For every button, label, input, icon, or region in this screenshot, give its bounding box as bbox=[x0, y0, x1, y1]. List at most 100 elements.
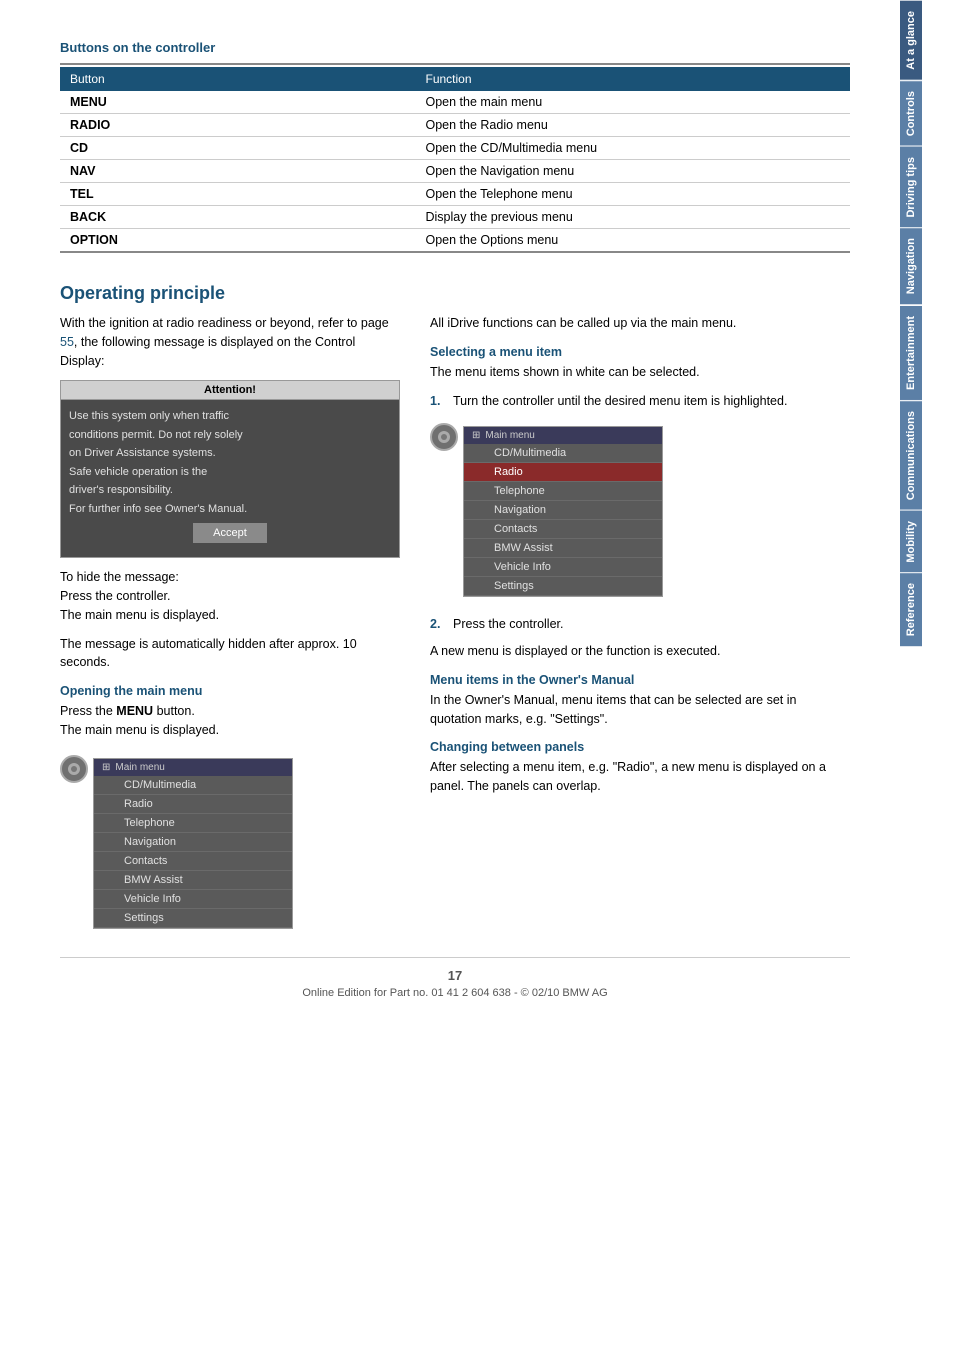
buttons-section-title: Buttons on the controller bbox=[60, 40, 850, 55]
left-menu-screenshot-container: ⊞Main menu CD/MultimediaRadioTelephoneNa… bbox=[60, 750, 400, 937]
left-menu-list: CD/MultimediaRadioTelephoneNavigationCon… bbox=[94, 776, 292, 928]
menu-item: Telephone bbox=[94, 814, 292, 833]
attention-line: on Driver Assistance systems. bbox=[69, 445, 391, 462]
controller-icon-left bbox=[60, 755, 88, 783]
button-function-cell: Open the Radio menu bbox=[416, 114, 851, 137]
buttons-section: Buttons on the controller Button Functio… bbox=[60, 40, 850, 253]
hide-message-text: To hide the message:Press the controller… bbox=[60, 568, 400, 624]
left-column: With the ignition at radio readiness or … bbox=[60, 314, 400, 937]
step-2: 2. Press the controller. bbox=[430, 615, 850, 634]
owners-manual-title: Menu items in the Owner's Manual bbox=[430, 673, 850, 687]
menu-item: CD/Multimedia bbox=[464, 444, 662, 463]
menu-item: Radio bbox=[464, 463, 662, 482]
operating-title: Operating principle bbox=[60, 283, 850, 304]
right-menu-list: CD/MultimediaRadioTelephoneNavigationCon… bbox=[464, 444, 662, 596]
sidebar-tab-communications[interactable]: Communications bbox=[900, 400, 922, 510]
steps-list-2: 2. Press the controller. bbox=[430, 615, 850, 634]
controller-table: Button Function MENUOpen the main menuRA… bbox=[60, 67, 850, 253]
opening-main-menu-text: Press the MENU button.The main menu is d… bbox=[60, 702, 400, 740]
right-menu-screenshot-container: ⊞Main menu CD/MultimediaRadioTelephoneNa… bbox=[430, 418, 850, 605]
menu-item: Contacts bbox=[94, 852, 292, 871]
intro-text2: , the following message is displayed on … bbox=[60, 335, 355, 368]
step2-num: 2. bbox=[430, 615, 445, 634]
accept-button[interactable]: Accept bbox=[193, 523, 267, 543]
page-number: 17 bbox=[60, 968, 850, 983]
page-footer: 17 Online Edition for Part no. 01 41 2 6… bbox=[60, 957, 850, 1009]
sidebar-tab-driving-tips[interactable]: Driving tips bbox=[900, 146, 922, 228]
attention-body: Use this system only when traffic conditi… bbox=[61, 400, 399, 557]
button-function-cell: Open the Telephone menu bbox=[416, 183, 851, 206]
button-function-cell: Display the previous menu bbox=[416, 206, 851, 229]
attention-header: Attention! bbox=[61, 381, 399, 400]
attention-line: Safe vehicle operation is the bbox=[69, 464, 391, 481]
intro-paragraph: With the ignition at radio readiness or … bbox=[60, 314, 400, 370]
button-function-cell: Open the Navigation menu bbox=[416, 160, 851, 183]
button-name-cell: BACK bbox=[60, 206, 416, 229]
attention-line: conditions permit. Do not rely solely bbox=[69, 427, 391, 444]
menu-item: Navigation bbox=[464, 501, 662, 520]
attention-line: driver's responsibility. bbox=[69, 482, 391, 499]
menu-item: CD/Multimedia bbox=[94, 776, 292, 795]
steps-list: 1. Turn the controller until the desired… bbox=[430, 392, 850, 411]
menu-item: Navigation bbox=[94, 833, 292, 852]
all-functions-text: All iDrive functions can be called up vi… bbox=[430, 314, 850, 333]
step-1: 1. Turn the controller until the desired… bbox=[430, 392, 850, 411]
menu-item: Vehicle Info bbox=[464, 558, 662, 577]
attention-line: For further info see Owner's Manual. bbox=[69, 501, 391, 518]
col-function-header: Function bbox=[416, 67, 851, 91]
sidebar-tab-at-a-glance[interactable]: At a glance bbox=[900, 0, 922, 80]
col-button-header: Button bbox=[60, 67, 416, 91]
button-name-cell: TEL bbox=[60, 183, 416, 206]
left-menu-screenshot: ⊞Main menu CD/MultimediaRadioTelephoneNa… bbox=[93, 758, 293, 929]
button-function-cell: Open the main menu bbox=[416, 91, 851, 114]
right-column: All iDrive functions can be called up vi… bbox=[430, 314, 850, 937]
sidebar-tab-mobility[interactable]: Mobility bbox=[900, 510, 922, 573]
owners-manual-text: In the Owner's Manual, menu items that c… bbox=[430, 691, 850, 729]
page-container: Buttons on the controller Button Functio… bbox=[0, 0, 960, 1358]
button-function-cell: Open the Options menu bbox=[416, 229, 851, 253]
step2-text: Press the controller. bbox=[453, 615, 563, 634]
step2-result-text: A new menu is displayed or the function … bbox=[430, 642, 850, 661]
right-sidebar: At a glanceControlsDriving tipsNavigatio… bbox=[900, 0, 940, 1358]
opening-main-menu-title: Opening the main menu bbox=[60, 684, 400, 698]
menu-item: Vehicle Info bbox=[94, 890, 292, 909]
menu-item: Settings bbox=[94, 909, 292, 928]
footer-text: Online Edition for Part no. 01 41 2 604 … bbox=[302, 987, 607, 999]
menu-item: Radio bbox=[94, 795, 292, 814]
button-function-cell: Open the CD/Multimedia menu bbox=[416, 137, 851, 160]
step1-num: 1. bbox=[430, 392, 445, 411]
main-content: Buttons on the controller Button Functio… bbox=[0, 0, 900, 1358]
attention-line: Use this system only when traffic bbox=[69, 408, 391, 425]
changing-panels-text: After selecting a menu item, e.g. "Radio… bbox=[430, 758, 850, 796]
menu-item: Telephone bbox=[464, 482, 662, 501]
button-name-cell: NAV bbox=[60, 160, 416, 183]
changing-panels-title: Changing between panels bbox=[430, 740, 850, 754]
intro-text1: With the ignition at radio readiness or … bbox=[60, 316, 389, 330]
sidebar-tab-navigation[interactable]: Navigation bbox=[900, 227, 922, 304]
auto-hide-text: The message is automatically hidden afte… bbox=[60, 635, 400, 673]
sidebar-tab-controls[interactable]: Controls bbox=[900, 80, 922, 146]
menu-header-right: ⊞Main menu bbox=[464, 427, 662, 444]
selecting-menu-item-title: Selecting a menu item bbox=[430, 345, 850, 359]
sidebar-tab-reference[interactable]: Reference bbox=[900, 572, 922, 646]
step1-text: Turn the controller until the desired me… bbox=[453, 392, 787, 411]
menu-item: BMW Assist bbox=[94, 871, 292, 890]
controller-icon-right bbox=[430, 423, 458, 451]
right-menu-screenshot: ⊞Main menu CD/MultimediaRadioTelephoneNa… bbox=[463, 426, 663, 597]
menu-bold: MENU bbox=[116, 704, 153, 718]
menu-header-left: ⊞Main menu bbox=[94, 759, 292, 776]
button-name-cell: OPTION bbox=[60, 229, 416, 253]
button-name-cell: RADIO bbox=[60, 114, 416, 137]
attention-box: Attention! Use this system only when tra… bbox=[60, 380, 400, 558]
sidebar-tab-entertainment[interactable]: Entertainment bbox=[900, 305, 922, 400]
button-name-cell: MENU bbox=[60, 91, 416, 114]
page-ref-link[interactable]: 55 bbox=[60, 335, 74, 349]
two-column-layout: With the ignition at radio readiness or … bbox=[60, 314, 850, 937]
operating-section: Operating principle With the ignition at… bbox=[60, 283, 850, 937]
menu-item: BMW Assist bbox=[464, 539, 662, 558]
menu-item: Contacts bbox=[464, 520, 662, 539]
menu-item: Settings bbox=[464, 577, 662, 596]
sidebar-tabs: At a glanceControlsDriving tipsNavigatio… bbox=[900, 0, 940, 647]
selecting-menu-item-text: The menu items shown in white can be sel… bbox=[430, 363, 850, 382]
button-name-cell: CD bbox=[60, 137, 416, 160]
